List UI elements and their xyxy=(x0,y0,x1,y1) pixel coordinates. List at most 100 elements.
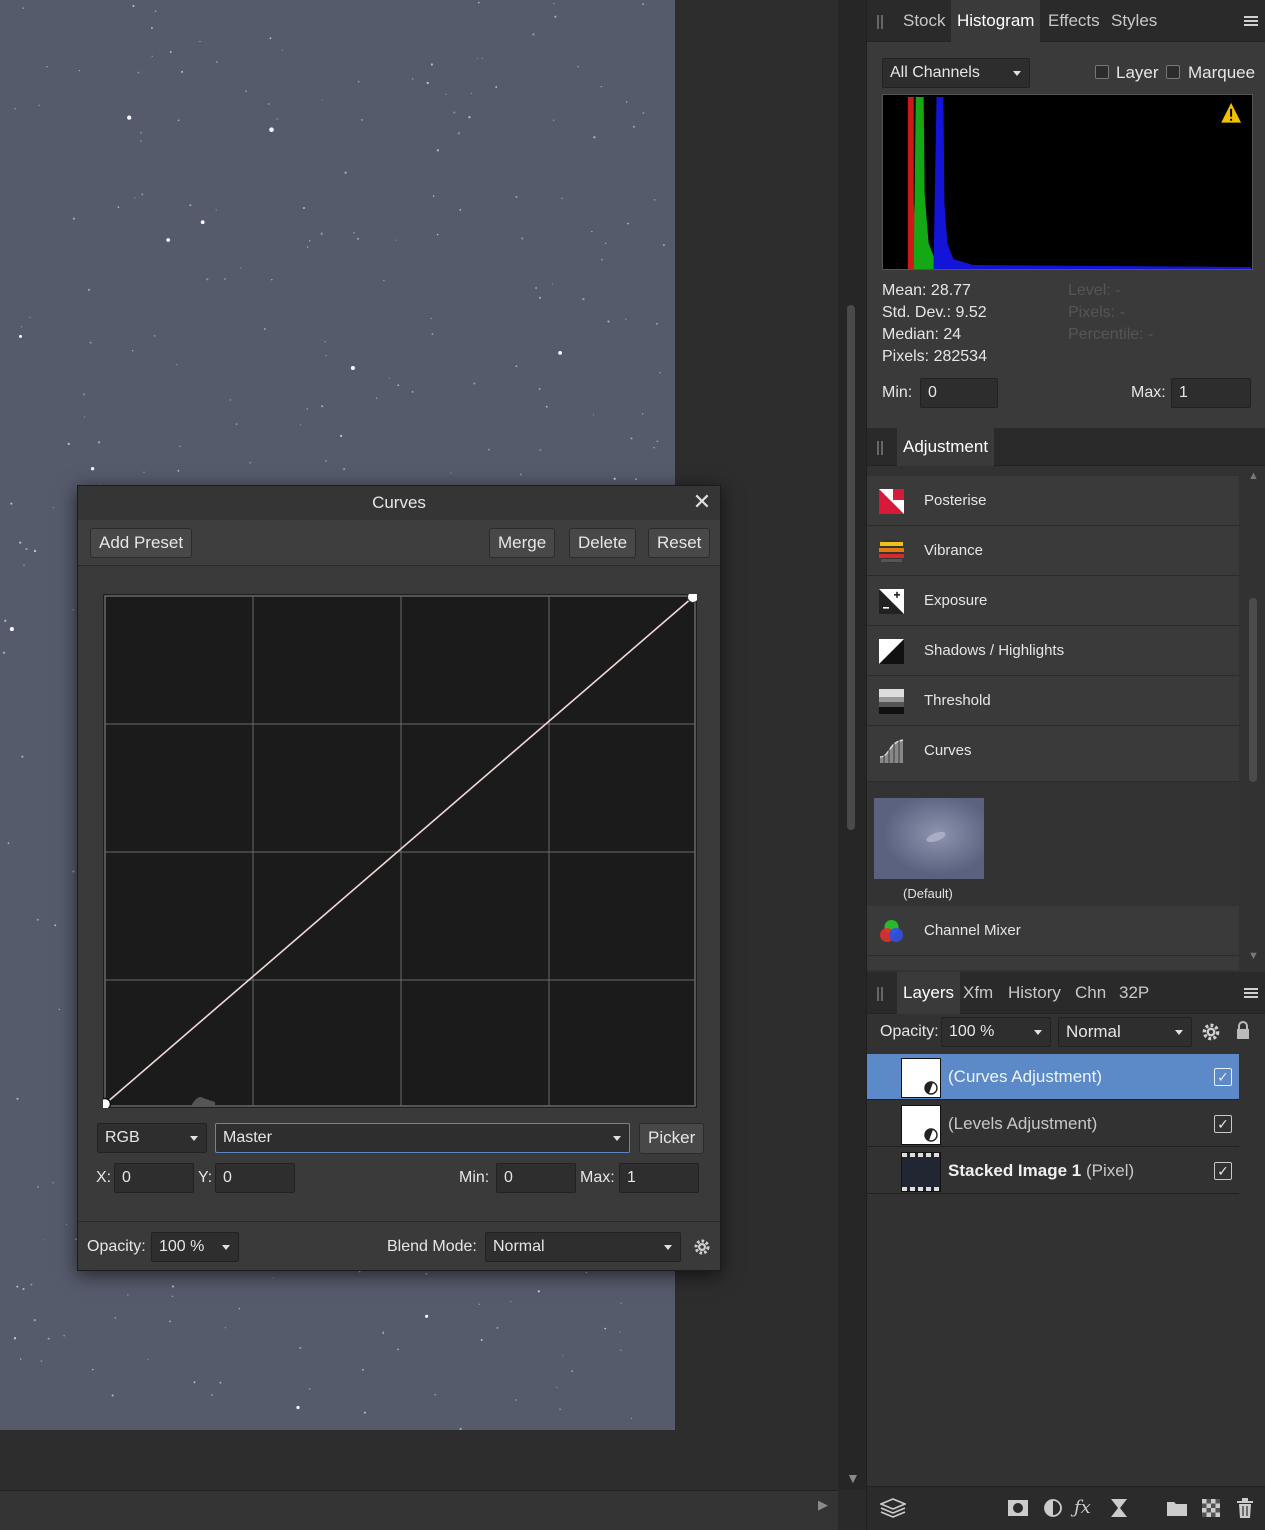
max-input[interactable]: 1 xyxy=(619,1163,699,1193)
y-input[interactable]: 0 xyxy=(215,1163,295,1193)
tab-chn[interactable]: Chn xyxy=(1069,972,1112,1014)
layer-row-levels[interactable]: (Levels Adjustment) ✓ xyxy=(867,1101,1239,1147)
tab-stock[interactable]: Stock xyxy=(897,0,952,42)
tab-styles[interactable]: Styles xyxy=(1105,0,1163,42)
merge-button[interactable]: Merge xyxy=(489,528,556,558)
star xyxy=(2,651,6,654)
canvas-vertical-scrollbar[interactable]: ▼ xyxy=(838,0,866,1490)
layers-stack-icon[interactable] xyxy=(880,1497,906,1519)
panel-menu-icon[interactable] xyxy=(1244,988,1258,999)
marquee-checkbox[interactable] xyxy=(1166,65,1180,79)
tab-xfm[interactable]: Xfm xyxy=(957,972,999,1014)
star xyxy=(593,136,596,139)
tab-adjustment[interactable]: Adjustment xyxy=(897,428,995,466)
star xyxy=(510,1300,512,1302)
adjustment-layer-thumbnail xyxy=(901,1105,941,1145)
layer-row-curves[interactable]: (Curves Adjustment) ✓ xyxy=(867,1054,1239,1100)
picker-button[interactable]: Picker xyxy=(639,1123,705,1154)
histogram-min-input[interactable]: 0 xyxy=(920,378,998,408)
scroll-right-icon[interactable]: ▶ xyxy=(818,1497,828,1513)
star xyxy=(656,440,658,443)
star xyxy=(87,288,91,292)
panel-grip[interactable] xyxy=(877,441,883,455)
layers-blend-select[interactable]: Normal xyxy=(1058,1017,1192,1047)
reset-button[interactable]: Reset xyxy=(648,528,711,558)
scroll-down-icon[interactable]: ▼ xyxy=(846,1470,860,1486)
layers-opacity-select[interactable]: 100 % xyxy=(941,1017,1051,1047)
tab-32p[interactable]: 32P xyxy=(1113,972,1155,1014)
layer-visibility-checkbox[interactable]: ✓ xyxy=(1214,1115,1232,1133)
live-filter-icon[interactable] xyxy=(1108,1497,1130,1519)
mask-icon[interactable] xyxy=(1007,1497,1029,1519)
folder-icon[interactable] xyxy=(1166,1497,1188,1519)
y-label: Y: xyxy=(198,1169,213,1186)
star xyxy=(620,1349,622,1352)
fx-icon[interactable]: ƒx xyxy=(1074,1497,1096,1519)
star xyxy=(299,1346,302,1349)
adjustment-exposure[interactable]: Exposure xyxy=(867,576,1239,626)
close-icon[interactable]: ✕ xyxy=(690,491,714,515)
star xyxy=(150,27,153,29)
default-preset-thumbnail[interactable] xyxy=(874,798,984,879)
add-preset-button[interactable]: Add Preset xyxy=(90,528,193,558)
adjustment-posterise[interactable]: Posterise xyxy=(867,476,1239,526)
channels-select[interactable]: All Channels xyxy=(882,58,1030,88)
tab-histogram[interactable]: Histogram xyxy=(951,0,1041,42)
scroll-thumb[interactable] xyxy=(1249,598,1257,782)
lock-icon[interactable] xyxy=(1236,1020,1250,1040)
adjustment-curves[interactable]: Curves xyxy=(867,726,1239,782)
star xyxy=(46,65,48,68)
adjustment-threshold[interactable]: Threshold xyxy=(867,676,1239,726)
tab-history[interactable]: History xyxy=(1002,972,1067,1014)
x-input[interactable]: 0 xyxy=(114,1163,194,1193)
pixel-layer-icon[interactable] xyxy=(1200,1497,1222,1519)
layer-visibility-checkbox[interactable]: ✓ xyxy=(1214,1162,1232,1180)
trash-icon[interactable] xyxy=(1234,1497,1256,1519)
threshold-icon xyxy=(879,689,904,714)
star xyxy=(171,1285,175,1288)
star xyxy=(340,434,343,437)
scroll-down-icon[interactable]: ▼ xyxy=(1248,950,1259,962)
scroll-thumb[interactable] xyxy=(847,305,855,830)
curves-dialog[interactable]: Curves ✕ Add Preset Merge Delete Reset R… xyxy=(77,485,721,1271)
curve-editor[interactable] xyxy=(103,594,697,1108)
adjustment-icon[interactable] xyxy=(1042,1497,1064,1519)
curve-point-white[interactable] xyxy=(687,594,698,603)
adjustment-next[interactable] xyxy=(867,956,1239,970)
star xyxy=(519,473,522,476)
scroll-up-icon[interactable]: ▲ xyxy=(1248,470,1259,482)
curve-point-black[interactable] xyxy=(103,1097,112,1109)
panel-grip[interactable] xyxy=(877,987,883,1001)
adjustment-scrollbar[interactable]: ▲ ▼ xyxy=(1246,466,1265,970)
tab-effects[interactable]: Effects xyxy=(1042,0,1106,42)
layer-row-stacked-image[interactable]: Stacked Image 1 (Pixel) ✓ xyxy=(867,1148,1239,1194)
min-input[interactable]: 0 xyxy=(496,1163,576,1193)
dialog-titlebar[interactable]: Curves ✕ xyxy=(78,486,720,520)
star xyxy=(13,1337,17,1340)
star xyxy=(63,1335,65,1337)
adjustment-vibrance[interactable]: Vibrance xyxy=(867,526,1239,576)
layer-checkbox[interactable] xyxy=(1095,65,1109,79)
opacity-select[interactable]: 100 % xyxy=(151,1232,239,1262)
star xyxy=(78,69,80,72)
star xyxy=(267,103,270,105)
color-space-select[interactable]: RGB xyxy=(97,1123,207,1153)
star xyxy=(269,127,274,133)
tab-layers[interactable]: Layers xyxy=(897,972,961,1014)
blend-mode-select[interactable]: Normal xyxy=(485,1232,681,1262)
histogram-max-input[interactable]: 1 xyxy=(1171,378,1251,408)
adjustment-channel-mixer[interactable]: Channel Mixer xyxy=(867,906,1239,956)
star xyxy=(601,258,603,261)
panel-menu-icon[interactable] xyxy=(1244,16,1258,27)
gear-icon[interactable] xyxy=(693,1238,711,1256)
gear-icon[interactable] xyxy=(1201,1022,1221,1042)
star xyxy=(140,140,142,142)
adjustment-shadows-highlights[interactable]: Shadows / Highlights xyxy=(867,626,1239,676)
panel-grip[interactable] xyxy=(877,15,883,29)
star xyxy=(436,233,439,236)
layer-visibility-checkbox[interactable]: ✓ xyxy=(1214,1068,1232,1086)
canvas-horizontal-scrollbar[interactable] xyxy=(0,1490,838,1530)
delete-button[interactable]: Delete xyxy=(569,528,637,558)
star xyxy=(357,80,360,83)
channel-select[interactable]: Master xyxy=(215,1123,630,1153)
